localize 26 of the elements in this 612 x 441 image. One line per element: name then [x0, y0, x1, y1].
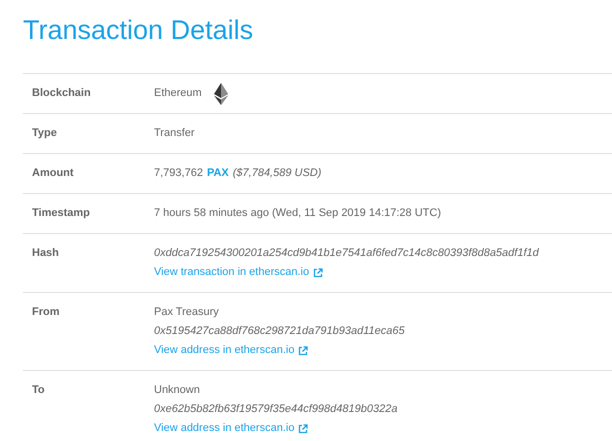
etherscan-link[interactable]: View transaction in etherscan.io — [154, 263, 310, 282]
token-link[interactable]: PAX — [206, 164, 229, 183]
external-link-icon — [298, 424, 308, 434]
field-value: Unknown — [154, 384, 200, 396]
hash-value: 0x5195427ca88df768c298721da791b93ad11eca65 — [154, 325, 405, 337]
field-label: Amount — [32, 167, 74, 179]
field-label: Hash — [32, 247, 59, 259]
external-link-icon — [313, 268, 324, 278]
diamond-icon — [214, 82, 228, 104]
usd-value: ($7,784,589 USD) — [232, 166, 322, 181]
field-value: Pax Treasury — [154, 306, 219, 318]
field-label: Blockchain — [32, 87, 91, 99]
hash-value: 0xe62b5b82fb63f19579f35e44cf998d4819b0322a — [154, 403, 398, 415]
blockchain-name: Ethereum — [154, 86, 202, 102]
hash-value: 0xddca719254300201a254cd9b41b1e7541af6fed7c14c8c80393f8d8a5adf1f1d — [154, 247, 539, 259]
field-label: Type — [32, 127, 57, 139]
etherscan-link[interactable]: View address in etherscan.io — [154, 341, 294, 360]
field-label: Timestamp — [32, 207, 90, 219]
external-link-icon — [298, 346, 308, 356]
field-label: From — [32, 306, 60, 318]
field-label: To — [32, 384, 45, 396]
etherscan-link[interactable]: View address in etherscan.io — [154, 419, 294, 438]
page-title: Transaction Details — [23, 14, 254, 47]
field-value: 7 hours 58 minutes ago (Wed, 11 Sep 2019 14:17:28 UTC) — [154, 207, 441, 219]
amount-value: 7,793,762 — [154, 166, 203, 181]
field-value: Transfer — [154, 127, 195, 139]
